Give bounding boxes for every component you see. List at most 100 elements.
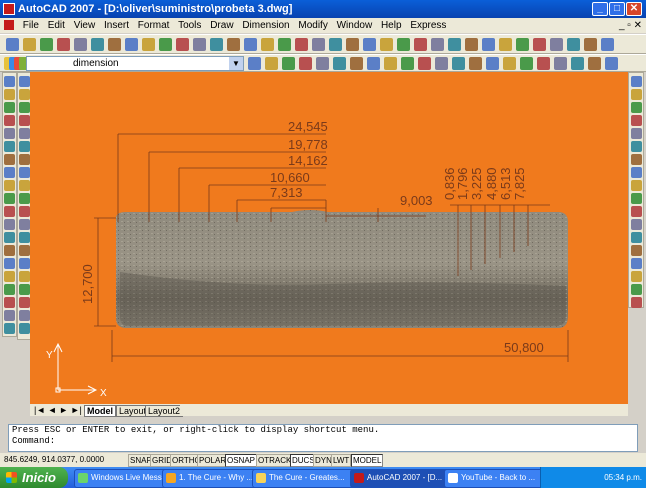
toolbar-tool-icon[interactable] xyxy=(631,232,642,243)
menu-dimension[interactable]: Dimension xyxy=(242,20,289,31)
menu-tools[interactable]: Tools xyxy=(178,20,201,31)
toolbar-tool-icon[interactable] xyxy=(312,38,325,51)
toolbar-tool-icon[interactable] xyxy=(4,180,15,191)
toolbar-tool-icon[interactable] xyxy=(4,167,15,178)
toolbar-tool-icon[interactable] xyxy=(4,206,15,217)
menu-insert[interactable]: Insert xyxy=(104,20,129,31)
toolbar-tool-icon[interactable] xyxy=(19,206,30,217)
toolbar-tool-icon[interactable] xyxy=(584,38,597,51)
toolbar-tool-icon[interactable] xyxy=(19,219,30,230)
model-toggle[interactable]: MODEL xyxy=(351,454,384,467)
toolbar-tool-icon[interactable] xyxy=(350,57,363,70)
menu-help[interactable]: Help xyxy=(381,20,402,31)
toolbar-tool-icon[interactable] xyxy=(631,245,642,256)
toolbar-tool-icon[interactable] xyxy=(23,38,36,51)
autocad-icon[interactable] xyxy=(3,3,15,15)
toolbar-tool-icon[interactable] xyxy=(448,38,461,51)
drawing-area[interactable]: 24,545 19,778 14,162 10,660 7,313 9,003 50,800… xyxy=(30,72,628,404)
toolbar-tool-icon[interactable] xyxy=(631,102,642,113)
menu-edit[interactable]: Edit xyxy=(48,20,65,31)
toolbar-tool-icon[interactable] xyxy=(631,76,642,87)
toolbar-tool-icon[interactable] xyxy=(397,38,410,51)
toolbar-tool-icon[interactable] xyxy=(19,180,30,191)
toolbar-tool-icon[interactable] xyxy=(4,284,15,295)
toolbar-tool-icon[interactable] xyxy=(4,232,15,243)
chevron-down-icon[interactable]: ▼ xyxy=(229,57,243,70)
toolbar-tool-icon[interactable] xyxy=(4,310,15,321)
task-autocad[interactable]: AutoCAD 2007 - [D... xyxy=(350,469,458,488)
toolbar-tool-icon[interactable] xyxy=(499,38,512,51)
toolbar-tool-icon[interactable] xyxy=(631,141,642,152)
toolbar-tool-icon[interactable] xyxy=(4,245,15,256)
toolbar-tool-icon[interactable] xyxy=(469,57,482,70)
toolbar-tool-icon[interactable] xyxy=(4,297,15,308)
toolbar-tool-icon[interactable] xyxy=(19,232,30,243)
toolbar-tool-icon[interactable] xyxy=(91,38,104,51)
toolbar-tool-icon[interactable] xyxy=(384,57,397,70)
toolbar-tool-icon[interactable] xyxy=(40,38,53,51)
toolbar-tool-icon[interactable] xyxy=(4,102,15,113)
toolbar-tool-icon[interactable] xyxy=(227,38,240,51)
toolbar-tool-icon[interactable] xyxy=(108,38,121,51)
task-messenger[interactable]: Windows Live Mess... xyxy=(74,469,176,488)
toolbar-tool-icon[interactable] xyxy=(19,284,30,295)
clock[interactable]: 05:34 p.m. xyxy=(604,473,642,482)
minimize-button[interactable]: _ xyxy=(592,2,608,16)
toolbar-tool-icon[interactable] xyxy=(4,323,15,334)
task-folder[interactable]: The Cure - Greates... xyxy=(252,469,364,488)
toolbar-tool-icon[interactable] xyxy=(244,38,257,51)
toolbar-tool-icon[interactable] xyxy=(19,193,30,204)
layer-dropdown[interactable]: dimension ▼ xyxy=(26,56,244,71)
toolbar-tool-icon[interactable] xyxy=(210,38,223,51)
toolbar-tool-icon[interactable] xyxy=(4,219,15,230)
toolbar-tool-icon[interactable] xyxy=(4,89,15,100)
toolbar-tool-icon[interactable] xyxy=(278,38,291,51)
toolbar-tool-icon[interactable] xyxy=(19,167,30,178)
menu-express[interactable]: Express xyxy=(410,20,446,31)
toolbar-tool-icon[interactable] xyxy=(418,57,431,70)
toolbar-tool-icon[interactable] xyxy=(333,57,346,70)
toolbar-tool-icon[interactable] xyxy=(4,271,15,282)
toolbar-tool-icon[interactable] xyxy=(176,38,189,51)
document-window-controls[interactable]: _ ▫ ✕ xyxy=(619,18,642,33)
toolbar-tool-icon[interactable] xyxy=(265,57,278,70)
horizontal-scrollbar[interactable] xyxy=(180,404,628,416)
toolbar-tool-icon[interactable] xyxy=(19,89,30,100)
toolbar-tool-icon[interactable] xyxy=(295,38,308,51)
otrack-toggle[interactable]: OTRACK xyxy=(256,454,294,467)
toolbar-tool-icon[interactable] xyxy=(19,245,30,256)
toolbar-tool-icon[interactable] xyxy=(631,297,642,308)
toolbar-tool-icon[interactable] xyxy=(4,115,15,126)
polar-toggle[interactable]: POLAR xyxy=(197,454,229,467)
toolbar-tool-icon[interactable] xyxy=(57,38,70,51)
toolbar-tool-icon[interactable] xyxy=(571,57,584,70)
toolbar-tool-icon[interactable] xyxy=(503,57,516,70)
menu-draw[interactable]: Draw xyxy=(210,20,233,31)
toolbar-tool-icon[interactable] xyxy=(631,154,642,165)
toolbar-tool-icon[interactable] xyxy=(631,193,642,204)
toolbar-tool-icon[interactable] xyxy=(74,38,87,51)
menu-modify[interactable]: Modify xyxy=(298,20,327,31)
toolbar-tool-icon[interactable] xyxy=(605,57,618,70)
toolbar-tool-icon[interactable] xyxy=(19,141,30,152)
toolbar-tool-icon[interactable] xyxy=(631,89,642,100)
toolbar-tool-icon[interactable] xyxy=(363,38,376,51)
toolbar-tool-icon[interactable] xyxy=(520,57,533,70)
toolbar-tool-icon[interactable] xyxy=(380,38,393,51)
toolbar-tool-icon[interactable] xyxy=(19,128,30,139)
toolbar-tool-icon[interactable] xyxy=(125,38,138,51)
toolbar-tool-icon[interactable] xyxy=(631,206,642,217)
toolbar-tool-icon[interactable] xyxy=(554,57,567,70)
toolbar-tool-icon[interactable] xyxy=(414,38,427,51)
toolbar-tool-icon[interactable] xyxy=(19,115,30,126)
toolbar-tool-icon[interactable] xyxy=(533,38,546,51)
toolbar-tool-icon[interactable] xyxy=(316,57,329,70)
toolbar-tool-icon[interactable] xyxy=(19,310,30,321)
toolbar-tool-icon[interactable] xyxy=(4,193,15,204)
command-window[interactable]: Press ESC or ENTER to exit, or right-cli… xyxy=(8,424,638,452)
menu-format[interactable]: Format xyxy=(138,20,170,31)
toolbar-tool-icon[interactable] xyxy=(465,38,478,51)
toolbar-tool-icon[interactable] xyxy=(567,38,580,51)
toolbar-tool-icon[interactable] xyxy=(346,38,359,51)
toolbar-tool-icon[interactable] xyxy=(367,57,380,70)
